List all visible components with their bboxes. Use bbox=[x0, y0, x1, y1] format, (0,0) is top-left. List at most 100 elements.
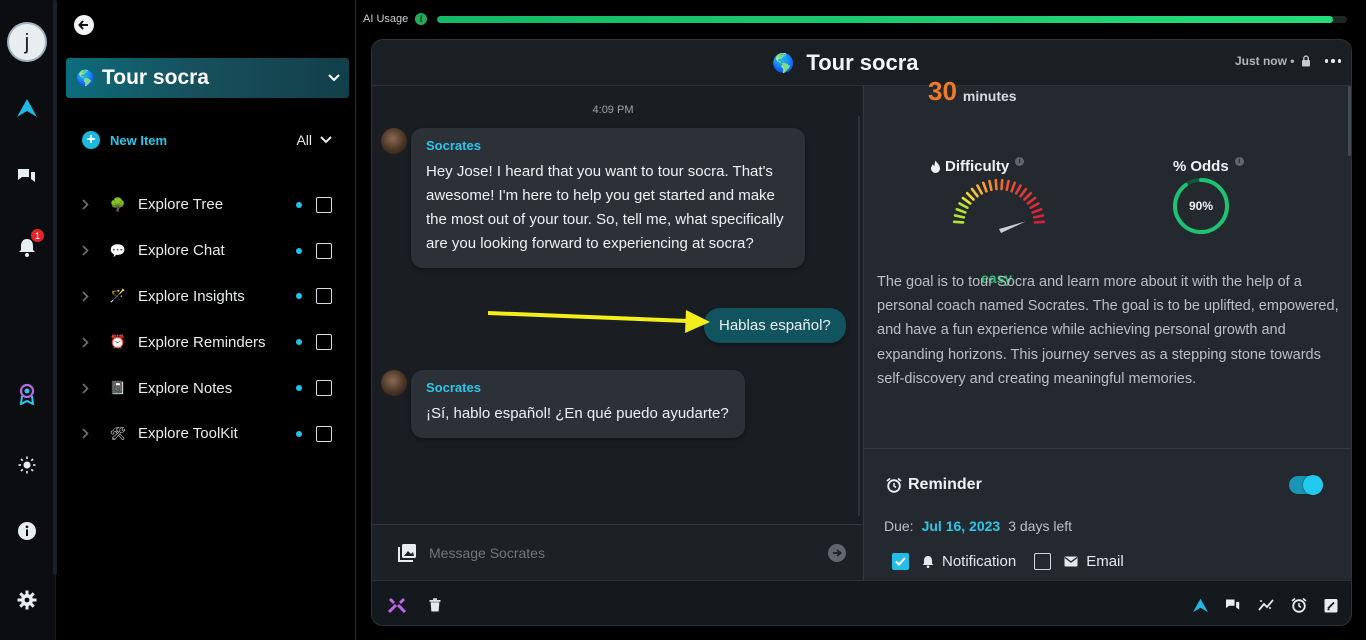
nav-item-label: Explore Chat bbox=[138, 242, 225, 260]
status-dot bbox=[296, 430, 302, 437]
nav-item-explore-reminders[interactable]: ⏰ Explore Reminders bbox=[76, 319, 338, 365]
info-icon[interactable]: i bbox=[1234, 157, 1244, 166]
difficulty-gauge bbox=[952, 178, 1046, 233]
plus-icon[interactable]: + bbox=[82, 131, 100, 149]
annotation-arrow bbox=[488, 310, 710, 333]
back-button[interactable] bbox=[74, 15, 94, 35]
lock-icon[interactable] bbox=[1301, 55, 1311, 67]
gauge-tick bbox=[970, 187, 979, 198]
trash-icon[interactable] bbox=[425, 595, 445, 615]
nav-item-explore-toolkit[interactable]: 🛠 Explore ToolKit bbox=[76, 411, 338, 457]
info-icon[interactable]: i bbox=[1015, 157, 1025, 166]
chat-timestamp: 4:09 PM bbox=[592, 104, 634, 116]
message-text: ¡Sí, hablo español! ¿En qué puedo ayudar… bbox=[426, 405, 729, 422]
gauge-tick bbox=[1029, 202, 1040, 210]
message-text: Hablas español? bbox=[719, 317, 831, 334]
notification-badge: 1 bbox=[31, 229, 44, 242]
days-left: 3 days left bbox=[1008, 518, 1073, 534]
chevron-right-icon[interactable] bbox=[76, 291, 94, 302]
chat-scrollbar[interactable] bbox=[858, 116, 860, 516]
notify-options: Notification Email bbox=[892, 553, 1124, 570]
info-icon[interactable] bbox=[14, 518, 40, 544]
reminder-toggle[interactable] bbox=[1289, 475, 1323, 495]
user-avatar[interactable]: j bbox=[9, 24, 45, 60]
nav-item-explore-notes[interactable]: 📓 Explore Notes bbox=[76, 365, 338, 411]
sun-icon[interactable] bbox=[14, 452, 40, 478]
status-dot bbox=[296, 385, 302, 392]
message-input[interactable] bbox=[429, 544, 828, 561]
page-title: Tour socra bbox=[806, 50, 919, 75]
project-emoji: 🌎 bbox=[76, 70, 95, 87]
sender-name: Socrates bbox=[426, 138, 481, 153]
gauge-tick bbox=[1014, 184, 1022, 195]
main-panel: 🌎 Tour socra Just now • 4:09 PM Socrates… bbox=[371, 39, 1352, 626]
left-rail: j 1 bbox=[0, 0, 56, 640]
insights-wand-icon[interactable] bbox=[1256, 595, 1276, 615]
filter-dropdown[interactable]: All bbox=[296, 132, 332, 148]
gauge-tick bbox=[1026, 196, 1037, 205]
alarm-clock-icon: ⏰ bbox=[109, 334, 127, 350]
email-checkbox[interactable] bbox=[1034, 553, 1052, 570]
notes-edit-icon[interactable] bbox=[1321, 595, 1341, 615]
filter-label: All bbox=[296, 132, 312, 148]
badge-award-icon[interactable] bbox=[14, 381, 40, 407]
item-checkbox[interactable] bbox=[316, 242, 332, 259]
gauge-tick bbox=[1010, 181, 1017, 193]
chevron-right-icon[interactable] bbox=[76, 199, 94, 210]
notification-label: Notification bbox=[942, 553, 1017, 570]
item-checkbox[interactable] bbox=[316, 425, 332, 442]
due-label: Due: bbox=[884, 518, 914, 534]
reminder-header: Reminder bbox=[886, 476, 982, 494]
gauge-tick bbox=[1032, 214, 1045, 219]
details-scrollbar[interactable] bbox=[1348, 86, 1351, 156]
new-item-button[interactable]: New Item bbox=[110, 133, 167, 148]
chevron-down-icon bbox=[319, 74, 349, 82]
chevron-right-icon[interactable] bbox=[76, 245, 94, 256]
project-selector[interactable]: 🌎 Tour socra bbox=[66, 58, 349, 98]
image-attach-icon[interactable] bbox=[398, 543, 417, 562]
alarm-clock-icon[interactable] bbox=[1289, 595, 1309, 615]
send-button[interactable] bbox=[828, 543, 846, 562]
nav-item-explore-insights[interactable]: 🪄 Explore Insights bbox=[76, 274, 338, 320]
status-dot bbox=[296, 247, 302, 254]
avatar-initial: j bbox=[24, 29, 30, 54]
last-updated-text: Just now • bbox=[1234, 54, 1295, 68]
nav-item-explore-chat[interactable]: 💬 Explore Chat bbox=[76, 228, 338, 274]
socra-logo-icon[interactable] bbox=[1190, 595, 1210, 615]
item-checkbox[interactable] bbox=[316, 196, 332, 213]
gauge-tick bbox=[1019, 187, 1028, 198]
chevron-right-icon[interactable] bbox=[76, 337, 94, 348]
gauge-tick bbox=[965, 191, 975, 201]
nav-item-explore-tree[interactable]: 🌳 Explore Tree bbox=[76, 182, 338, 228]
chat-bubbles-icon[interactable] bbox=[1223, 595, 1243, 615]
chevron-right-icon[interactable] bbox=[76, 383, 94, 394]
tree-icon: 🌳 bbox=[109, 196, 127, 212]
odds-title: % Odds i bbox=[1173, 157, 1244, 175]
odds-value: 90% bbox=[1188, 199, 1214, 213]
gauge-tick bbox=[976, 184, 984, 195]
more-options-icon[interactable] bbox=[1324, 59, 1341, 63]
globe-icon: 🌎 bbox=[772, 52, 795, 73]
chat-message-bot: Socrates Hey Jose! I heard that you want… bbox=[411, 128, 805, 268]
item-checkbox[interactable] bbox=[316, 334, 332, 351]
bell-icon bbox=[922, 556, 934, 568]
socra-logo-icon[interactable] bbox=[14, 95, 40, 121]
rail-scrollbar[interactable] bbox=[53, 0, 57, 575]
sender-name: Socrates bbox=[426, 380, 481, 395]
chevron-right-icon[interactable] bbox=[76, 428, 94, 439]
item-checkbox[interactable] bbox=[316, 380, 332, 397]
nav-item-label: Explore Insights bbox=[138, 287, 245, 305]
chat-bubbles-icon[interactable] bbox=[14, 163, 40, 189]
envelope-icon bbox=[1064, 556, 1078, 567]
flame-icon bbox=[931, 160, 940, 173]
item-checkbox[interactable] bbox=[316, 288, 332, 305]
due-date[interactable]: Jul 16, 2023 bbox=[922, 518, 1001, 534]
info-icon[interactable]: i bbox=[415, 13, 428, 25]
percent-icon: % bbox=[1173, 158, 1187, 175]
settings-gear-icon[interactable] bbox=[14, 587, 40, 613]
notification-checkbox[interactable] bbox=[892, 553, 909, 570]
alarm-clock-icon bbox=[886, 477, 902, 493]
gauge-tick bbox=[955, 207, 967, 214]
toolkit-icon[interactable] bbox=[387, 595, 407, 615]
chat-message-user: Hablas español? bbox=[704, 308, 846, 343]
